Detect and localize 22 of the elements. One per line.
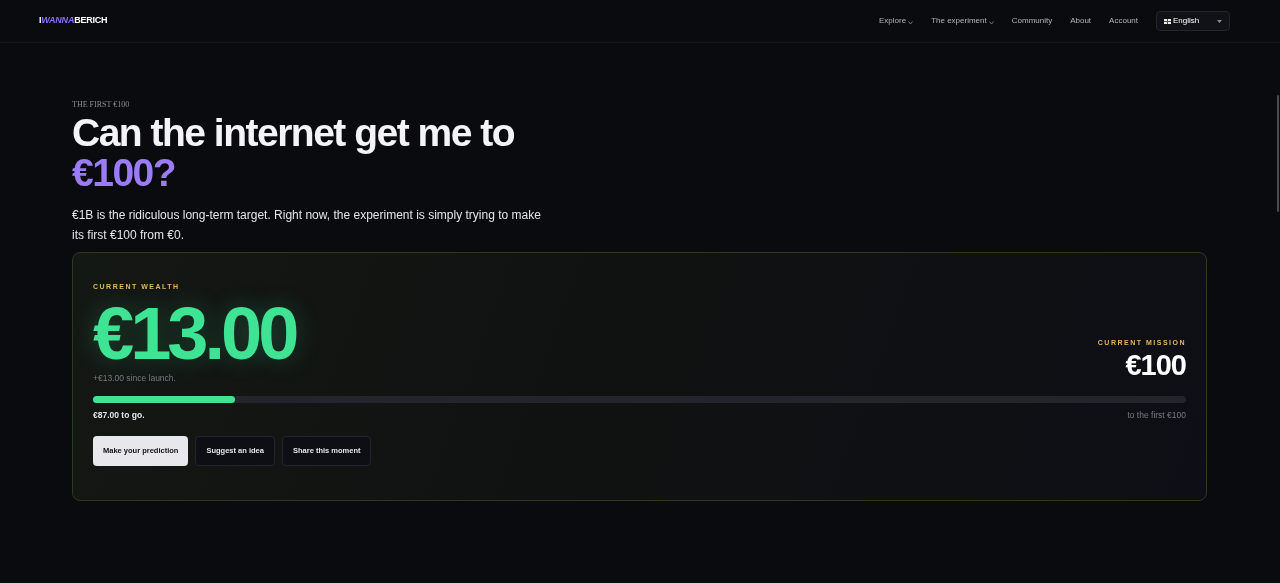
eyebrow: THE FIRST €100 <box>72 101 131 109</box>
nav-link[interactable]: Account <box>1109 15 1138 27</box>
chevron-icon <box>988 20 994 25</box>
nav-link[interactable]: Explore <box>879 15 914 27</box>
mission-amount: €100 <box>1125 348 1186 381</box>
intro-text: €1B is the ridiculous long-term target. Right now, the experiment is simply trying to make its first €100 from €0. <box>72 207 542 244</box>
chevron-icon <box>908 20 914 25</box>
hero-title-highlight: €100? <box>72 153 177 193</box>
caret-icon <box>1217 19 1222 23</box>
nav-link[interactable]: About <box>1070 15 1092 27</box>
language-select[interactable]: English <box>1156 11 1230 31</box>
nav-link[interactable]: Community <box>1011 15 1053 27</box>
since-launch-text: +€13.00 since launch. <box>93 371 177 385</box>
to-go-text: €87.00 to go. <box>93 409 145 422</box>
language-value: English <box>1173 15 1200 27</box>
flag-icon <box>1164 18 1171 24</box>
logo[interactable]: IWANNABERICH <box>39 14 108 28</box>
nav-link[interactable]: The experiment <box>931 15 994 27</box>
wealth-amount: €13.00 <box>93 296 296 371</box>
hero-title: Can the internet get me to <box>72 113 516 153</box>
scrollbar-thumb[interactable] <box>1277 95 1279 212</box>
target-note: to the first €100 <box>1127 409 1186 422</box>
